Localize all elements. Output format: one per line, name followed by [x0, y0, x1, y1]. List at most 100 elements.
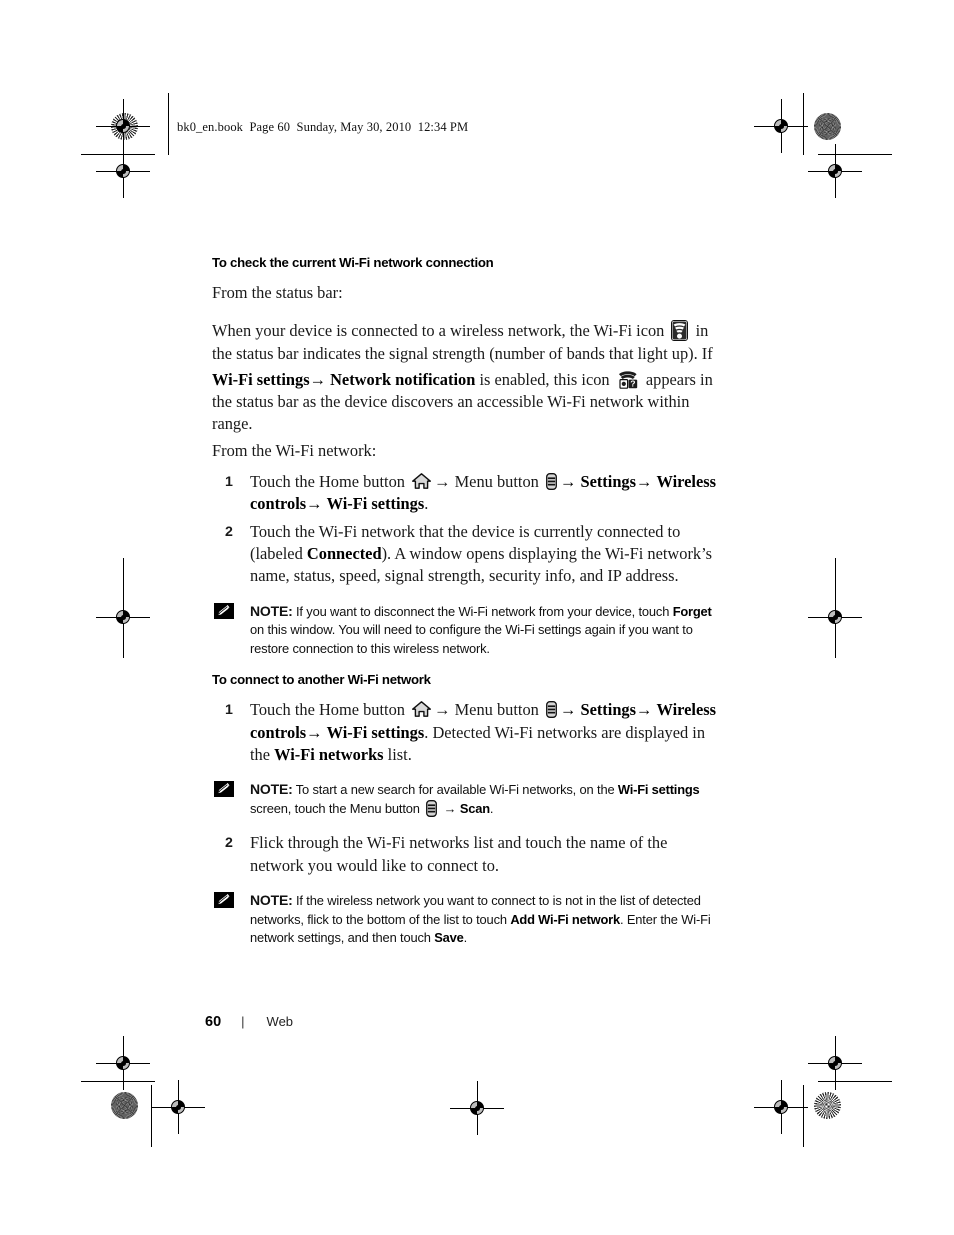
registration-mark-top-right — [754, 99, 808, 153]
crop-line-v-mid-right — [835, 558, 836, 658]
note-label: NOTE: — [250, 892, 293, 909]
bold-wifi-settings: Wi-Fi settings — [617, 782, 700, 798]
step-item-1: 1 Touch the Home button → Menu button → … — [212, 699, 717, 766]
arrow-glyph-settings: → — [636, 700, 653, 720]
registration-mark-left-lower — [96, 1036, 150, 1090]
registration-mark-mid-left — [96, 590, 150, 644]
step-item-1: 1 Touch the Home button → Menu button → … — [212, 471, 717, 516]
arrow-glyph-menu: → — [559, 700, 577, 720]
bold-wifi-settings-step: Wi-Fi settings — [326, 494, 425, 514]
step-number: 2 — [225, 835, 233, 852]
arrow-glyph-home: → — [434, 472, 451, 492]
step-item-2: 2 Touch the Wi-Fi network that the devic… — [212, 521, 717, 588]
paragraph-text-part1: When your device is connected to a wirel… — [212, 321, 665, 341]
note-add-wifi-network: NOTE: If the wireless network you want t… — [212, 891, 717, 948]
arrow-glyph-wireless: → — [306, 722, 323, 742]
step-number: 1 — [225, 702, 233, 719]
step-number: 1 — [225, 474, 233, 491]
registration-mark-right-lower — [808, 1036, 862, 1090]
registration-mark-bottom-left — [151, 1080, 205, 1134]
halftone-target-bottom-right — [814, 1092, 841, 1119]
step-number: 2 — [225, 523, 233, 540]
bold-wifi-networks: Wi-Fi networks — [274, 744, 384, 764]
crop-line-v-bottom-left — [151, 1085, 152, 1147]
bold-save: Save — [434, 930, 464, 946]
crop-line-h-right-upper — [818, 154, 892, 155]
arrow-glyph-menu: → — [559, 472, 577, 492]
note-text-part1: If you want to disconnect the Wi-Fi netw… — [296, 603, 670, 619]
crop-line-v-top-right — [803, 93, 804, 155]
svg-text:?: ? — [630, 378, 635, 388]
paragraph-wifi-icon-signal: When your device is connected to a wirel… — [212, 320, 717, 365]
running-header: bk0_en.book Page 60 Sunday, May 30, 2010… — [177, 120, 469, 134]
arrow-glyph-home: → — [434, 700, 451, 720]
arrow-glyph-settings: → — [636, 472, 653, 492]
registration-mark-bottom-center — [450, 1081, 504, 1135]
bold-wifi-settings: Wi-Fi settings — [212, 369, 310, 389]
steps-list-check-connection: 1 Touch the Home button → Menu button → … — [212, 471, 717, 587]
note-pencil-icon — [214, 892, 234, 909]
note-text-part2: screen, touch the Menu button — [250, 800, 420, 816]
paragraph-text-mid: is enabled, this icon — [479, 369, 610, 389]
note-scan-networks: NOTE: To start a new search for availabl… — [212, 780, 717, 818]
registration-mark-bottom-right — [754, 1080, 808, 1134]
bold-forget: Forget — [672, 603, 712, 619]
step-text-part2: Menu button — [454, 472, 539, 492]
intro-wifi-network: From the Wi-Fi network: — [212, 440, 377, 460]
registration-mark-mid-right — [808, 590, 862, 644]
step-text-part1: Touch the Home button — [250, 472, 405, 492]
step-text-part4: list. — [387, 744, 412, 764]
note-text-part2: on this window. You will need to configu… — [250, 622, 693, 656]
menu-button-icon — [546, 701, 557, 719]
crop-line-v-top-left — [168, 93, 169, 155]
arrow-glyph-wireless: → — [306, 494, 323, 514]
crop-line-h-right-lower — [818, 1081, 892, 1082]
menu-button-icon — [426, 799, 438, 817]
paragraph-network-notification: Wi-Fi settings→ Network notification is … — [212, 369, 717, 436]
bold-settings: Settings — [580, 700, 637, 720]
note-text-part3: . — [463, 930, 468, 946]
crop-line-h-left-lower — [81, 1081, 155, 1082]
bold-add-wifi-network: Add Wi-Fi network — [510, 911, 620, 927]
note-pencil-icon — [214, 602, 234, 619]
page-content: To check the current Wi-Fi network conne… — [212, 255, 717, 962]
step-text-part1: Flick through the Wi-Fi networks list an… — [250, 833, 668, 875]
footer-chapter-name: Web — [266, 1014, 294, 1029]
steps-list-connect-another-cont: 2 Flick through the Wi-Fi networks list … — [212, 832, 717, 877]
halftone-target-bottom-left — [111, 1092, 138, 1119]
bold-connected: Connected — [306, 543, 382, 563]
note-label: NOTE: — [250, 781, 293, 798]
bold-scan: Scan — [459, 800, 490, 816]
registration-mark-left-upper — [96, 144, 150, 198]
halftone-target-top-right — [814, 113, 841, 140]
bold-settings: Settings — [580, 472, 637, 492]
crop-line-h-left-upper — [81, 154, 155, 155]
crop-line-v-mid-left — [123, 558, 124, 658]
step-text-part1: Touch the Home button — [250, 700, 405, 720]
page-footer: 60 | Web — [205, 1014, 293, 1030]
step-text-part3: . — [424, 494, 429, 514]
intro-status-bar: From the status bar: — [212, 283, 343, 302]
note-text-part1: To start a new search for available Wi-F… — [295, 782, 615, 798]
arrow-glyph: → — [309, 369, 326, 389]
section-heading-check-connection: To check the current Wi-Fi network conne… — [212, 255, 494, 270]
note-pencil-icon — [214, 781, 234, 798]
footer-separator: | — [241, 1014, 245, 1029]
halftone-target-top-left — [111, 113, 138, 140]
home-button-icon — [412, 701, 432, 718]
section-heading-connect-another: To connect to another Wi-Fi network — [212, 672, 431, 688]
home-button-icon — [412, 473, 432, 489]
registration-mark-right-upper — [808, 144, 862, 198]
wifi-signal-icon — [671, 320, 689, 342]
note-text-part3: . — [489, 800, 494, 816]
note-forget-network: NOTE: If you want to disconnect the Wi-F… — [212, 602, 717, 659]
footer-page-number: 60 — [205, 1014, 222, 1030]
arrow-glyph-scan: → — [443, 801, 457, 816]
bold-wifi-settings-step: Wi-Fi settings — [326, 722, 425, 742]
note-label: NOTE: — [250, 602, 293, 619]
step-item-2: 2 Flick through the Wi-Fi networks list … — [212, 832, 717, 877]
bold-network-notification: Network notification — [330, 369, 476, 389]
menu-button-icon — [546, 473, 557, 491]
steps-list-connect-another: 1 Touch the Home button → Menu button → … — [212, 699, 717, 766]
wifi-question-notification-icon: ? — [617, 369, 639, 389]
